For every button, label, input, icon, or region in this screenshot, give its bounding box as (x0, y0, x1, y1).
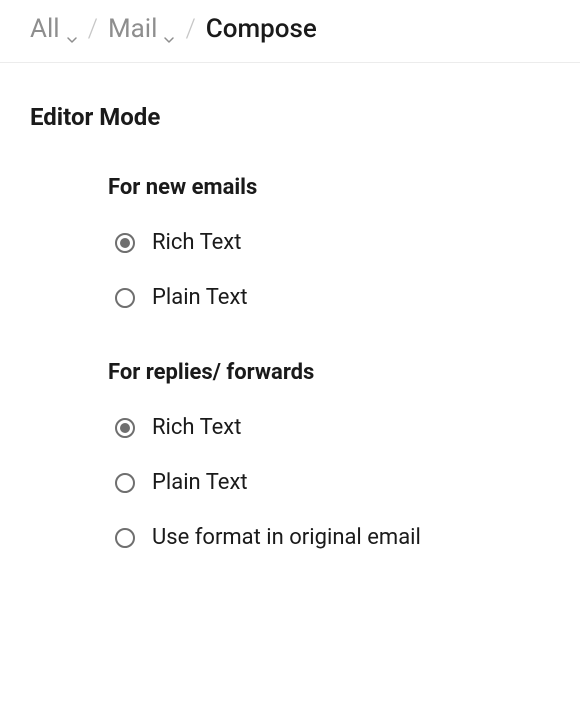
chevron-down-icon (163, 23, 175, 35)
breadcrumb-current: Compose (206, 14, 317, 44)
breadcrumb-separator: / (88, 14, 98, 44)
group-new-emails: For new emails Rich Text Plain Text (108, 175, 550, 310)
radio-option-rich-text[interactable]: Rich Text (108, 230, 550, 255)
breadcrumb-label: Mail (108, 14, 158, 44)
radio-label: Plain Text (152, 285, 248, 310)
breadcrumb-item-all[interactable]: All (30, 14, 78, 44)
radio-option-plain-text[interactable]: Plain Text (108, 285, 550, 310)
breadcrumb-separator: / (185, 14, 195, 44)
radio-unselected-icon (114, 287, 136, 309)
breadcrumb: All / Mail / Compose (0, 0, 580, 63)
radio-option-original-format[interactable]: Use format in original email (108, 525, 550, 550)
section-title: Editor Mode (30, 103, 550, 131)
radio-selected-icon (114, 232, 136, 254)
group-title: For replies/ forwards (108, 360, 550, 385)
breadcrumb-label: All (30, 14, 60, 44)
group-title: For new emails (108, 175, 550, 200)
content: Editor Mode For new emails Rich Text Pla… (0, 63, 580, 640)
radio-unselected-icon (114, 527, 136, 549)
radio-selected-icon (114, 417, 136, 439)
radio-label: Rich Text (152, 230, 241, 255)
chevron-down-icon (66, 23, 78, 35)
radio-label: Rich Text (152, 415, 241, 440)
radio-option-plain-text[interactable]: Plain Text (108, 470, 550, 495)
radio-label: Plain Text (152, 470, 248, 495)
radio-option-rich-text[interactable]: Rich Text (108, 415, 550, 440)
group-replies-forwards: For replies/ forwards Rich Text Plain Te… (108, 360, 550, 550)
radio-unselected-icon (114, 472, 136, 494)
radio-label: Use format in original email (152, 525, 421, 550)
breadcrumb-item-mail[interactable]: Mail (108, 14, 176, 44)
